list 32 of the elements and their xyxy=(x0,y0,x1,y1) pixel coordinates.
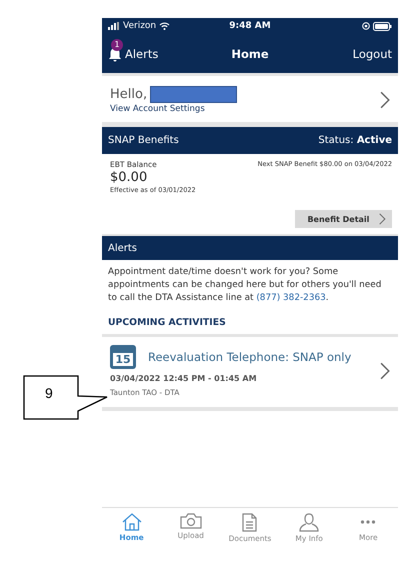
home-icon xyxy=(122,513,142,531)
calendar-icon: 15 xyxy=(110,345,136,369)
signal-icon xyxy=(108,22,120,30)
document-icon xyxy=(242,513,258,532)
section-heading: UPCOMING ACTIVITIES xyxy=(107,316,227,330)
activity-time: 03/04/2022 12:45 PM - 01:45 AM xyxy=(110,374,258,383)
screen-title: Home xyxy=(231,46,269,60)
wifi-icon xyxy=(159,22,170,30)
benefit-detail-button[interactable]: Benefit Detail xyxy=(295,210,392,228)
section-title: Alerts xyxy=(108,242,138,254)
carrier-name: Verizon xyxy=(123,21,156,31)
greeting: Hello, xyxy=(110,87,148,102)
more-icon xyxy=(360,520,376,524)
chevron-right-icon xyxy=(380,362,390,380)
account-settings-link[interactable]: View Account Settings xyxy=(110,104,238,114)
balance-amount: $0.00 xyxy=(110,170,148,185)
chevron-right-icon xyxy=(380,91,390,109)
activity-title: Reevaluation Telephone: SNAP only xyxy=(148,350,352,364)
alerts-link[interactable]: Alerts xyxy=(125,46,158,60)
chevron-right-icon xyxy=(379,213,386,225)
status-text: Status: Active xyxy=(318,135,392,146)
lock-rotation-icon xyxy=(362,22,370,30)
notification-badge: 1 xyxy=(111,38,123,50)
logout-button[interactable]: Logout xyxy=(352,46,392,60)
person-icon xyxy=(299,513,320,532)
callout-label: 9 xyxy=(45,385,53,401)
status-time: 9:48 AM xyxy=(229,21,271,31)
alert-message: Appointment date/time doesn't work for you? Some appointments can be changed here but for others you'll need to call the DTA Assistance line at (877) 382-2363. xyxy=(107,266,382,305)
section-title: SNAP Benefits xyxy=(108,135,179,146)
battery-icon xyxy=(372,22,392,30)
phone-link[interactable]: (877) 382-2363 xyxy=(256,293,326,303)
camera-icon xyxy=(180,513,202,529)
